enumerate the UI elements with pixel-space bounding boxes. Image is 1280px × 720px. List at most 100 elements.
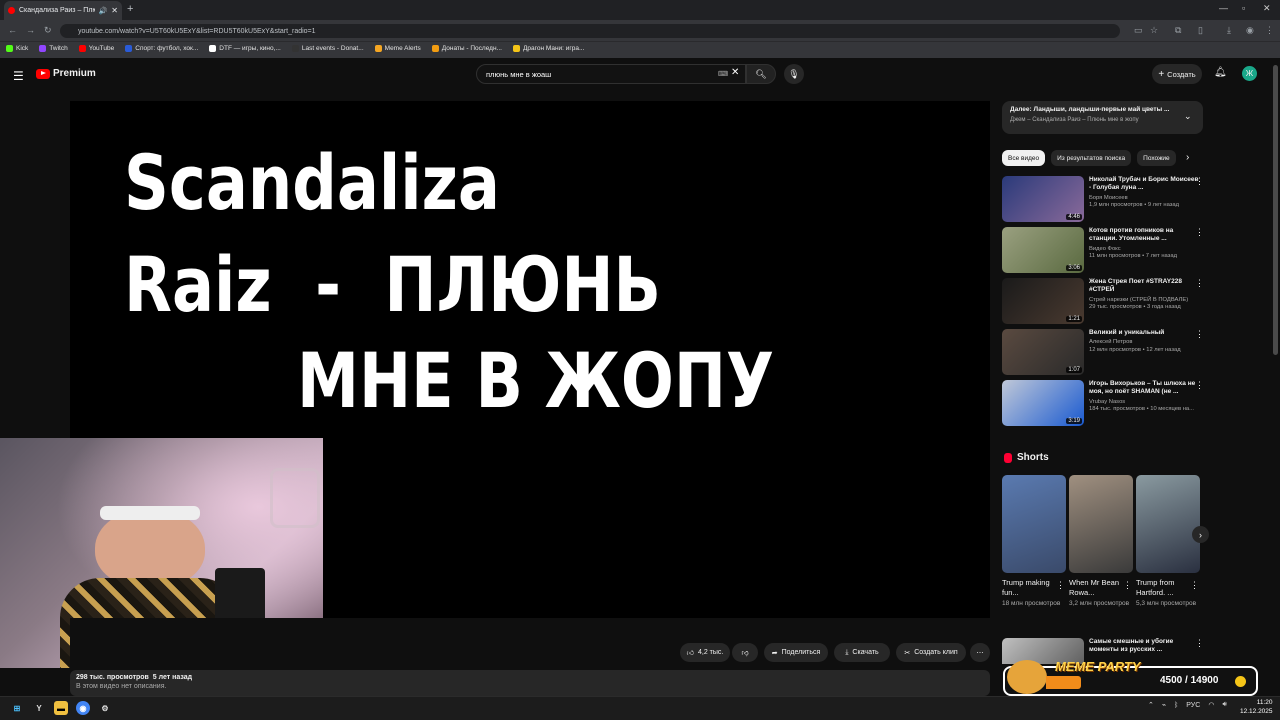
video-thumbnail[interactable]: 3:19 (1002, 380, 1084, 426)
clear-search-icon[interactable]: ✕ (731, 67, 739, 78)
video-channel[interactable]: Стрей нарезки (СТРЕЙ В ПОДВАЛЕ) (1089, 297, 1202, 305)
list-item[interactable]: 3:19 Игорь Вихорьков – Ты шлюха не моя, н… (1002, 380, 1204, 426)
list-item[interactable]: 3:06 Котов против гопников на станции. Ут… (1002, 227, 1204, 273)
notifications-bell-icon[interactable]: 🔔︎ (1214, 67, 1227, 78)
bookmark-item[interactable]: DTF — игры, кино,... (209, 45, 281, 52)
tab-close-icon[interactable]: ✕ (111, 6, 118, 15)
shorts-next-button[interactable]: › (1192, 526, 1209, 543)
chip-related[interactable]: Похожие (1137, 150, 1176, 166)
language-indicator[interactable]: РУС (1186, 702, 1200, 709)
bookmark-item[interactable]: YouTube (78, 45, 114, 52)
short-item[interactable]: When Mr Bean Rowa... 3,2 млн просмотров ⋮ (1069, 475, 1133, 609)
page-scrollbar[interactable] (1273, 65, 1278, 355)
bookmark-item[interactable]: Спорт: футбол, хок... (125, 45, 198, 52)
short-title[interactable]: Trump making fun... (1002, 578, 1054, 598)
address-bar[interactable]: youtube.com/watch?v=U5T60kU5ExY&list=RDU… (60, 24, 1120, 38)
bluetooth-icon[interactable]: ᛒ (1174, 702, 1178, 709)
bookmark-item[interactable]: Last events - Donat... (291, 45, 364, 52)
more-actions-button[interactable]: ⋯ (970, 643, 990, 662)
taskbar-clock[interactable]: 11:20 12.12.2025 (1240, 699, 1273, 717)
tray-chevron-icon[interactable]: ⌃ (1148, 701, 1154, 709)
yandex-browser-icon[interactable]: Y (32, 701, 46, 715)
video-thumbnail[interactable]: 1:07 (1002, 329, 1084, 375)
chip-all-videos[interactable]: Все видео (1002, 150, 1046, 166)
video-menu-icon[interactable]: ⋮ (1195, 278, 1204, 289)
file-explorer-icon[interactable]: ▬ (54, 701, 68, 715)
video-title[interactable]: Великий и уникальный (1089, 329, 1202, 337)
video-menu-icon[interactable]: ⋮ (1195, 329, 1204, 340)
video-menu-icon[interactable]: ⋮ (1195, 176, 1204, 187)
video-title[interactable]: Николай Трубач и Борис Моисеев - Голубая… (1089, 176, 1202, 193)
short-item[interactable]: Trump from Hartford. ... 5,3 млн просмотр… (1136, 475, 1200, 609)
video-thumbnail[interactable]: 1:21 (1002, 278, 1084, 324)
close-window-icon[interactable]: ✕ (1263, 3, 1271, 14)
chevron-down-icon[interactable]: ⌄ (1184, 111, 1192, 122)
bookmark-item[interactable]: Kick (6, 45, 28, 52)
short-thumbnail[interactable] (1002, 475, 1066, 573)
forward-icon[interactable]: → (26, 25, 35, 35)
volume-icon[interactable]: 🔊︎ (1222, 701, 1226, 709)
short-menu-icon[interactable]: ⋮ (1056, 580, 1065, 591)
voice-search-button[interactable]: 🎙︎ (784, 64, 804, 84)
steam-icon[interactable]: ⚙ (98, 701, 112, 715)
cast-icon[interactable]: ▭ (1134, 25, 1143, 36)
bookmark-item[interactable]: Драгон Мани: игра... (512, 45, 584, 52)
chevron-right-icon[interactable]: › (1186, 152, 1189, 163)
list-item[interactable]: 1:21 Жена Стрея Поет #STRAY228 #СТРЕЙ Стре… (1002, 278, 1204, 324)
extensions-icon[interactable]: ⧉ (1175, 25, 1181, 36)
tab-audio-icon[interactable]: 🔊 (99, 7, 108, 15)
video-channel[interactable]: Vrubay Nasos (1089, 399, 1202, 407)
video-thumbnail[interactable]: 3:06 (1002, 227, 1084, 273)
search-button[interactable]: 🔍︎ (746, 64, 776, 84)
video-title[interactable]: Жена Стрея Поет #STRAY228 #СТРЕЙ (1089, 278, 1202, 295)
short-menu-icon[interactable]: ⋮ (1123, 580, 1132, 591)
short-thumbnail[interactable] (1136, 475, 1200, 573)
windows-start-icon[interactable]: ⊞ (10, 701, 24, 715)
chrome-icon[interactable]: ◉ (76, 701, 90, 715)
keyboard-icon[interactable]: ⌨ (718, 70, 728, 78)
up-next-panel[interactable]: Далее: Ландыши, ландыши-первые май цветы… (1002, 101, 1203, 134)
wifi-icon[interactable]: ◠ (1208, 701, 1214, 709)
short-title[interactable]: When Mr Bean Rowa... (1069, 578, 1121, 598)
back-icon[interactable]: ← (8, 25, 17, 35)
maximize-icon[interactable]: ▫ (1242, 3, 1245, 13)
browser-tab[interactable]: Скандализа Раиз – Плюнь 🔊 ✕ (4, 1, 122, 20)
browser-menu-icon[interactable]: ⋮ (1265, 25, 1274, 36)
search-input[interactable]: плюнь мне в жоаш (476, 64, 746, 84)
bookmark-item[interactable]: Донаты - Последн... (431, 45, 502, 52)
menu-icon[interactable]: ☰ (13, 69, 24, 83)
video-channel[interactable]: Боря Моисеев (1089, 195, 1202, 203)
short-title[interactable]: Trump from Hartford. ... (1136, 578, 1188, 598)
clip-button[interactable]: ✂ Создать клип (896, 643, 966, 662)
short-menu-icon[interactable]: ⋮ (1190, 580, 1199, 591)
profile-icon[interactable]: ◉ (1246, 25, 1254, 36)
video-channel[interactable]: Алексей Петров (1089, 339, 1202, 347)
bookmark-item[interactable]: Twitch (39, 45, 68, 52)
dislike-button[interactable]: 👎︎ (732, 643, 758, 662)
video-thumbnail[interactable]: 4:46 (1002, 176, 1084, 222)
short-item[interactable]: Trump making fun... 18 млн просмотров ⋮ (1002, 475, 1066, 609)
create-button[interactable]: + Создать (1152, 64, 1202, 84)
video-menu-icon[interactable]: ⋮ (1195, 227, 1204, 238)
network-icon[interactable]: ⌁ (1162, 701, 1166, 709)
list-item[interactable]: 4:46 Николай Трубач и Борис Моисеев - Гол… (1002, 176, 1204, 222)
video-title[interactable]: Игорь Вихорьков – Ты шлюха не моя, но по… (1089, 380, 1202, 397)
new-tab-button[interactable]: + (127, 3, 133, 15)
reload-icon[interactable]: ↻ (44, 25, 52, 36)
download-icon[interactable]: ⤓ (1227, 25, 1231, 36)
download-button[interactable]: ⤓ Скачать (834, 643, 890, 662)
like-button[interactable]: 👍︎ 4,2 тыс. (680, 643, 730, 662)
share-button[interactable]: ➦ Поделиться (764, 643, 828, 662)
short-thumbnail[interactable] (1069, 475, 1133, 573)
chip-from-search[interactable]: Из результатов поиска (1051, 150, 1132, 166)
video-title[interactable]: Котов против гопников на станции. Утомле… (1089, 227, 1202, 244)
bookmark-star-icon[interactable]: ☆ (1150, 25, 1158, 36)
video-channel[interactable]: Видео Фокс (1089, 246, 1202, 254)
sidepanel-icon[interactable]: ▯ (1198, 25, 1203, 36)
list-item[interactable]: 1:07 Великий и уникальный Алексей Петров 12… (1002, 329, 1204, 375)
video-title[interactable]: Самые смешные и убогие моменты из русски… (1089, 638, 1202, 655)
description-box[interactable]: 298 тыс. просмотров 5 лет назад В этом в… (70, 670, 990, 696)
video-menu-icon[interactable]: ⋮ (1195, 380, 1204, 391)
minimize-icon[interactable]: — (1219, 3, 1228, 13)
bookmark-item[interactable]: Meme Alerts (374, 45, 421, 52)
